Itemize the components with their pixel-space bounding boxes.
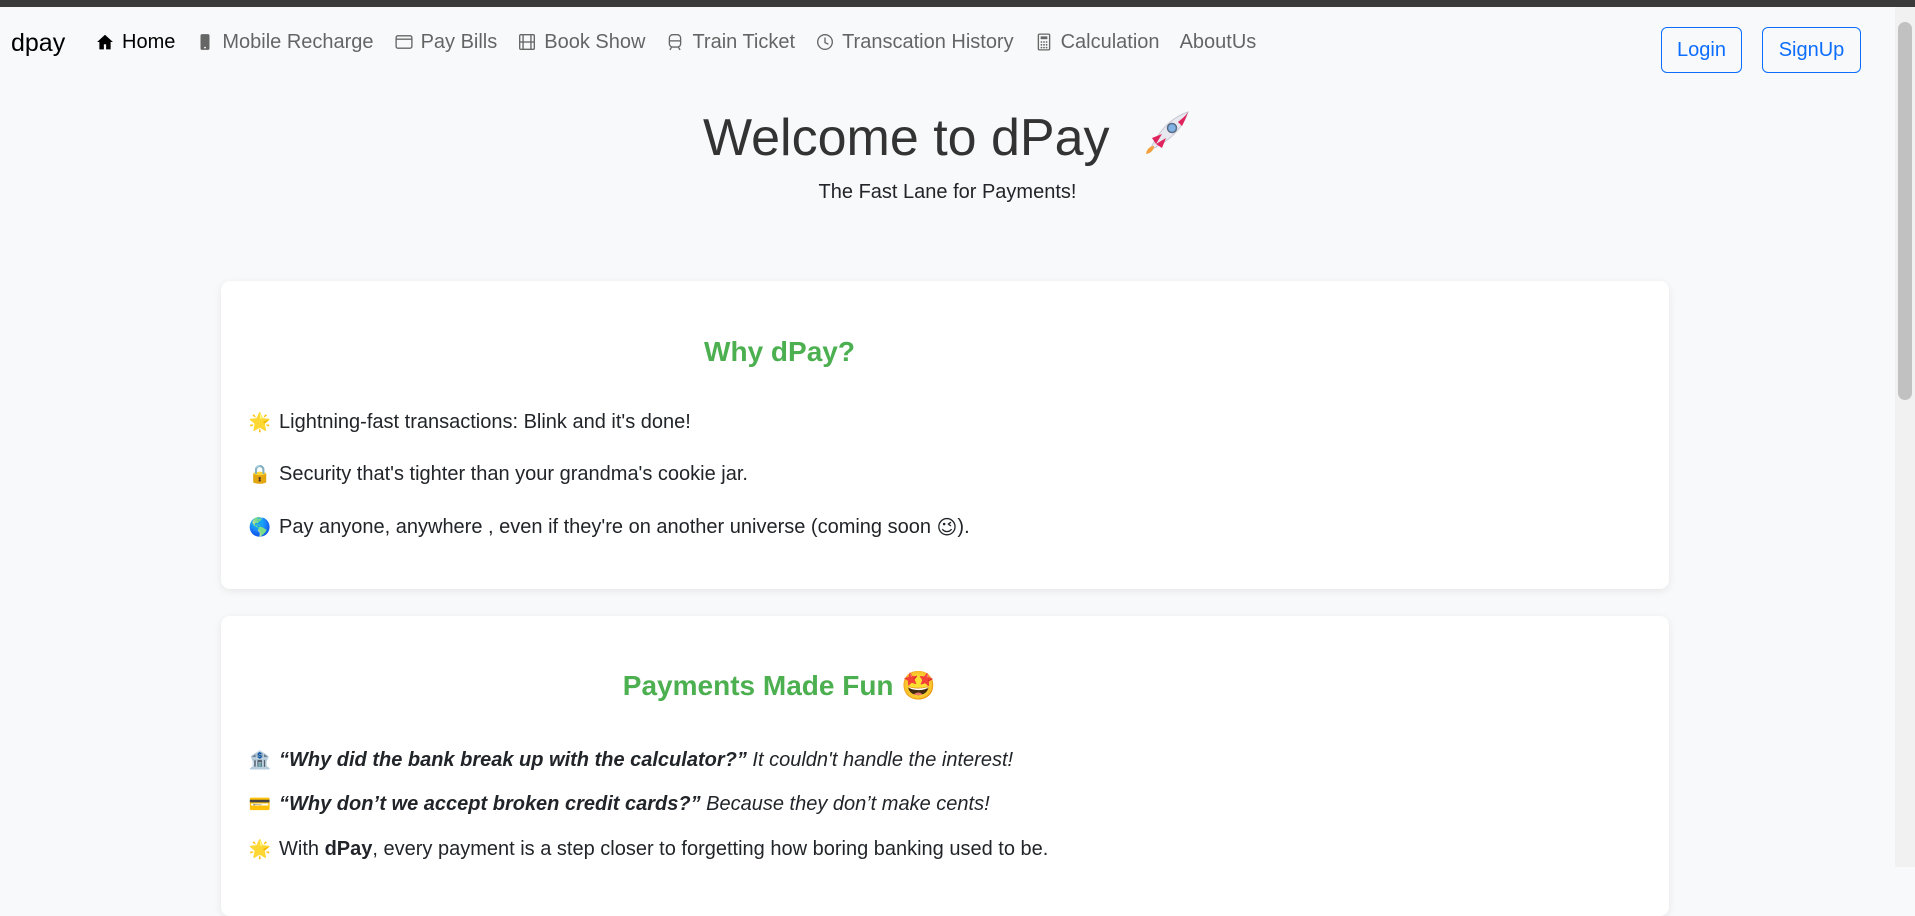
page-subtitle: The Fast Lane for Payments!	[818, 181, 1077, 203]
globe-icon: 🌎	[248, 517, 272, 537]
nav-link-label: Pay Bills	[420, 30, 498, 53]
joke-question: “Why don’t we accept broken credit cards…	[279, 793, 701, 815]
nav-link-home[interactable]: Home	[95, 31, 175, 54]
nav-link-label: AboutUs	[1179, 30, 1257, 53]
film-icon	[517, 32, 537, 52]
signup-button[interactable]: SignUp	[1762, 27, 1861, 73]
joke-question: “Why did the bank break up with the calc…	[279, 749, 747, 771]
nav-links: Home Mobile Recharge Pay Bills Book Show…	[95, 7, 1276, 77]
payments-fun-heading: Payments Made Fun 🤩	[221, 669, 1338, 702]
lock-icon: 🔒	[248, 464, 272, 484]
page-title: Welcome to dPay	[0, 108, 1895, 175]
nav-link-label: Book Show	[544, 30, 646, 53]
closing-text-before: With	[279, 838, 319, 860]
window-top-strip	[0, 0, 1915, 7]
closing-brand: dPay	[324, 838, 373, 860]
nav-link-label: Home	[122, 30, 176, 53]
credit-card-icon: 💳	[248, 794, 272, 814]
joke-item: 💳 “Why don’t we accept broken credit car…	[248, 793, 990, 816]
login-button[interactable]: Login	[1661, 27, 1742, 73]
house-icon	[95, 32, 115, 52]
nav-link-train-ticket[interactable]: Train Ticket	[665, 31, 795, 54]
page-title-text: Welcome to dPay	[702, 109, 1110, 168]
why-dpay-card: Why dPay? 🌟 Lightning-fast transactions:…	[221, 281, 1669, 589]
feature-item: 🔒 Security that's tighter than your gran…	[248, 463, 748, 486]
wink-icon: 😉	[936, 517, 958, 539]
feature-text-end: ).	[957, 516, 970, 538]
nav-link-label: Transcation History	[842, 30, 1014, 53]
nav-link-about-us[interactable]: AboutUs	[1180, 31, 1257, 54]
bank-icon: 🏦	[248, 750, 272, 770]
feature-text: Security that's tighter than your grandm…	[279, 463, 748, 485]
clock-icon	[815, 32, 835, 52]
nav-link-label: Train Ticket	[692, 30, 796, 53]
scrollbar-thumb[interactable]	[1898, 22, 1912, 400]
star-icon: 🌟	[248, 839, 272, 859]
payments-fun-title: Payments Made Fun	[622, 670, 894, 701]
nav-link-calculation[interactable]: Calculation	[1034, 31, 1160, 54]
nav-link-pay-bills[interactable]: Pay Bills	[394, 30, 498, 54]
nav-link-mobile-recharge[interactable]: Mobile Recharge	[195, 30, 374, 54]
closing-text-after: , every payment is a step closer to forg…	[372, 838, 1049, 860]
nav-link-label: Mobile Recharge	[222, 30, 374, 53]
window-icon	[394, 32, 414, 52]
feature-text: Lightning-fast transactions: Blink and i…	[279, 411, 691, 433]
joke-item: 🏦 “Why did the bank break up with the ca…	[248, 749, 1013, 772]
joke-answer: Because they don’t make cents!	[706, 793, 990, 815]
calculator-icon	[1034, 32, 1054, 52]
feature-text: Pay anyone, anywhere , even if they're o…	[279, 516, 937, 538]
brand-logo[interactable]: dpay	[11, 29, 65, 58]
nav-link-label: Calculation	[1060, 30, 1160, 53]
why-dpay-heading: Why dPay?	[704, 336, 855, 367]
rocket-icon	[1138, 108, 1192, 175]
nav-link-transaction-history[interactable]: Transcation History	[815, 31, 1014, 54]
navbar: dpay Home Mobile Recharge Pay Bills Book…	[0, 7, 1895, 77]
payments-fun-card: Payments Made Fun 🤩 🏦 “Why did the bank …	[221, 616, 1669, 916]
joke-answer: It couldn't handle the interest!	[752, 749, 1014, 771]
closing-line: 🌟 With dPay , every payment is a step cl…	[248, 838, 1049, 861]
feature-item: 🌎 Pay anyone, anywhere , even if they're…	[248, 515, 970, 540]
feature-item: 🌟 Lightning-fast transactions: Blink and…	[248, 411, 691, 434]
star-icon: 🌟	[248, 412, 272, 432]
star-struck-icon: 🤩	[901, 670, 937, 701]
phone-icon	[195, 32, 215, 52]
train-icon	[665, 32, 685, 52]
nav-link-book-show[interactable]: Book Show	[517, 31, 645, 54]
